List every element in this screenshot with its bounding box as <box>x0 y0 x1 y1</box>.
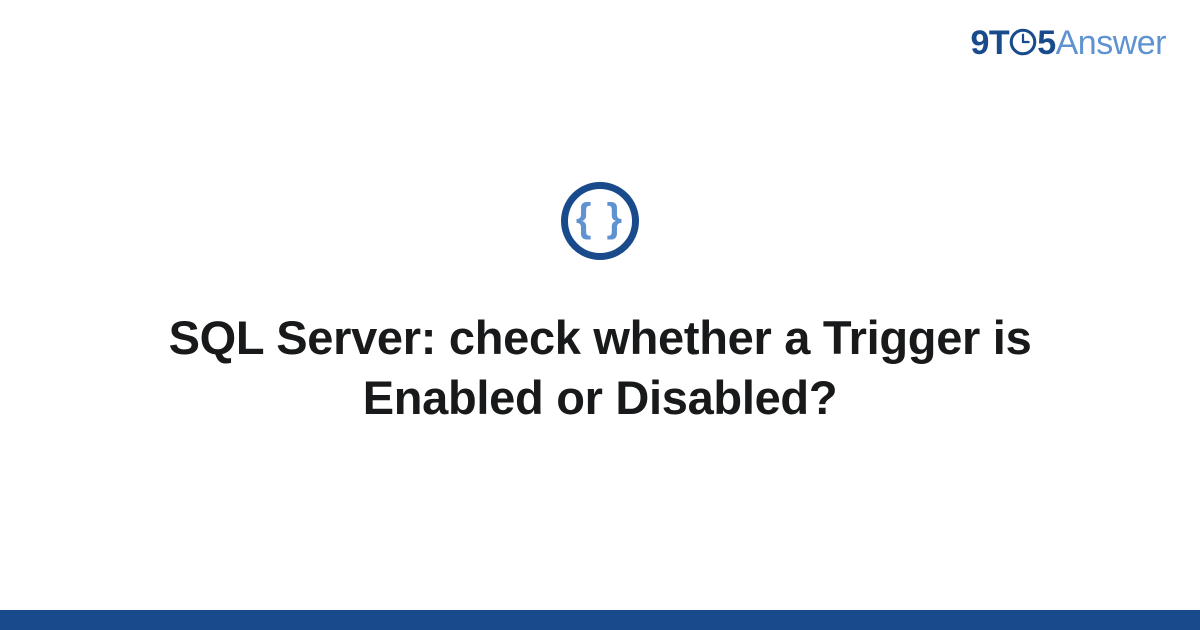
category-icon-circle: { } <box>561 182 639 260</box>
page-title: SQL Server: check whether a Trigger is E… <box>100 308 1100 428</box>
footer-bar <box>0 610 1200 630</box>
main-content: { } SQL Server: check whether a Trigger … <box>0 0 1200 610</box>
curly-braces-icon: { } <box>576 198 624 238</box>
